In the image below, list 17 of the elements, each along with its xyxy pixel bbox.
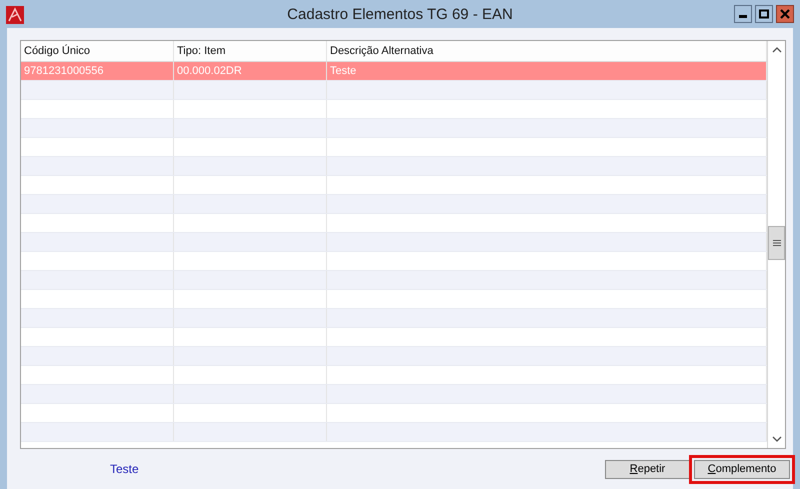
close-button[interactable]: [776, 5, 794, 23]
table-cell: 00.000.02DR: [174, 62, 327, 80]
column-header[interactable]: Código Único: [21, 41, 174, 61]
close-icon[interactable]: [780, 9, 790, 19]
maximize-button[interactable]: [755, 5, 773, 23]
minimize-button[interactable]: [734, 5, 752, 23]
window-title: Cadastro Elementos TG 69 - EAN: [287, 6, 513, 23]
maximize-icon[interactable]: [759, 9, 769, 19]
app-logo-icon: [6, 6, 24, 24]
column-header[interactable]: Tipo: Item: [174, 41, 327, 61]
vertical-scrollbar[interactable]: [767, 41, 785, 448]
scroll-up-icon[interactable]: [772, 46, 782, 54]
scrollbar-thumb[interactable]: [768, 226, 785, 260]
status-label: Teste: [110, 462, 139, 476]
scroll-down-icon[interactable]: [772, 435, 782, 443]
table-cell: 9781231000556: [21, 62, 174, 80]
action-button[interactable]: Repetir: [605, 460, 690, 478]
